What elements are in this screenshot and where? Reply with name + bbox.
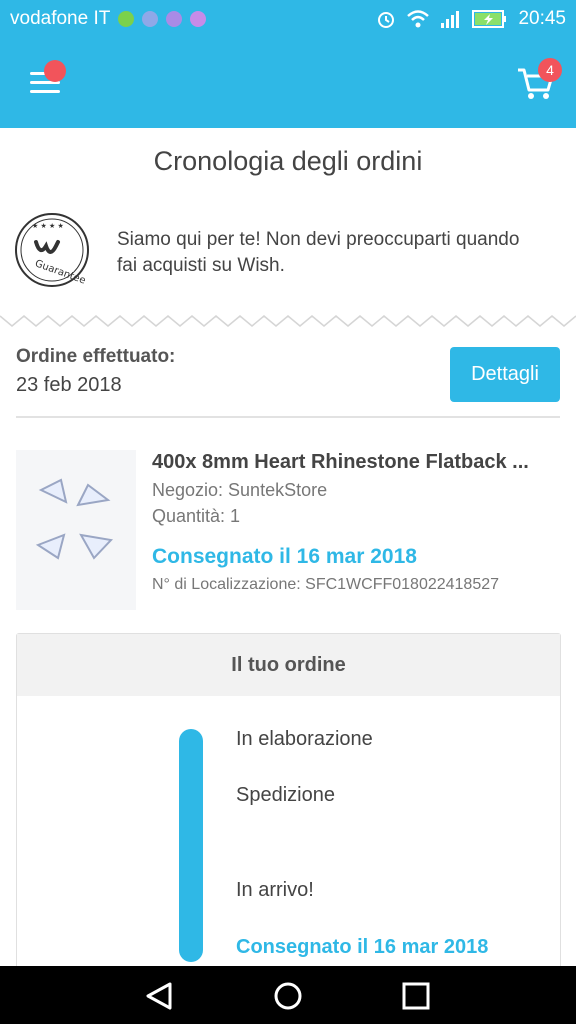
back-triangle-icon[interactable]	[140, 976, 180, 1016]
order-card-title: Il tuo ordine	[17, 634, 560, 696]
heart-rhinestones-image[interactable]	[16, 450, 136, 610]
product-quantity: Quantità: 1	[152, 506, 241, 526]
product-store: Negozio: SuntekStore	[152, 480, 328, 500]
tracking-number: N° di Localizzazione: SFC1WCFF0180224185…	[152, 576, 500, 593]
wish-guarantee-seal-icon: ★ ★ ★ ★ Guarantee	[14, 212, 90, 288]
details-button[interactable]: Dettagli	[450, 347, 560, 402]
status-bar-left: vodafone IT	[10, 8, 207, 30]
order-progress-card: Il tuo ordine In elaborazione Spedizione…	[16, 633, 561, 995]
page-title: Cronologia degli ordini	[153, 146, 423, 176]
cart-count-badge: 4	[538, 58, 562, 82]
status-bar: vodafone IT 20:45	[0, 0, 576, 38]
step-arriving: In arrivo!	[236, 879, 314, 901]
battery-charging-icon	[472, 10, 507, 28]
order-date: 23 feb 2018	[16, 374, 122, 396]
navigation-bar	[0, 966, 576, 1024]
app-bar: 4	[0, 38, 576, 128]
facebook-icon	[142, 11, 159, 27]
home-circle-icon[interactable]	[268, 976, 308, 1016]
order-progress-bar	[179, 729, 203, 962]
svg-text:★ ★ ★ ★: ★ ★ ★ ★	[32, 222, 64, 230]
messenger-icon	[190, 11, 207, 27]
product-title[interactable]: 400x 8mm Heart Rhinestone Flatback ...	[152, 451, 562, 474]
recents-square-icon[interactable]	[396, 976, 436, 1016]
order-placed-label: Ordine effettuato:	[16, 346, 176, 367]
alarm-icon	[378, 12, 395, 28]
zigzag-divider	[0, 315, 576, 327]
step-shipping: Spedizione	[236, 784, 335, 806]
delivery-status: Consegnato il 16 mar 2018	[152, 545, 417, 568]
app-notification-icon	[118, 11, 135, 27]
carrier-name: vodafone IT	[10, 8, 111, 29]
wifi-icon	[407, 10, 430, 28]
menu-notification-dot	[44, 60, 66, 82]
divider	[16, 416, 560, 418]
step-processing: In elaborazione	[236, 728, 373, 750]
guarantee-message: Siamo qui per te! Non devi preoccuparti …	[117, 229, 520, 276]
step-delivered: Consegnato il 16 mar 2018	[236, 936, 489, 958]
gallery-icon	[166, 11, 183, 27]
clock: 20:45	[518, 8, 566, 29]
signal-icon	[441, 11, 460, 28]
status-bar-right: 20:45	[376, 8, 566, 30]
